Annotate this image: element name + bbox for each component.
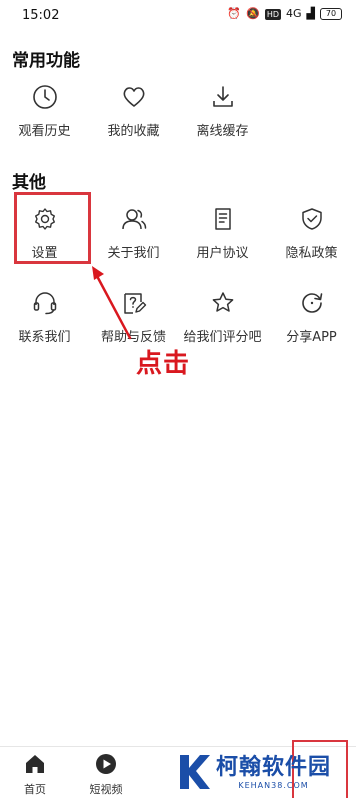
home-icon [26, 755, 44, 773]
nav-label: 短视频 [89, 783, 123, 796]
watermark: 柯翰软件园 KEHAN38.COM [176, 752, 331, 792]
watermark-title: 柯翰软件园 [216, 754, 332, 780]
nav-item-short-video[interactable]: 短视频 [76, 753, 136, 797]
nav-label: 首页 [24, 783, 46, 796]
nav-item-home[interactable]: 首页 [5, 753, 65, 797]
play-icon [96, 754, 116, 774]
watermark-domain: KEHAN38.COM [238, 780, 309, 790]
red-arrow-icon [92, 266, 132, 340]
annotation-click-text: 点击 [136, 349, 191, 379]
kehan-logo-icon [180, 755, 210, 789]
